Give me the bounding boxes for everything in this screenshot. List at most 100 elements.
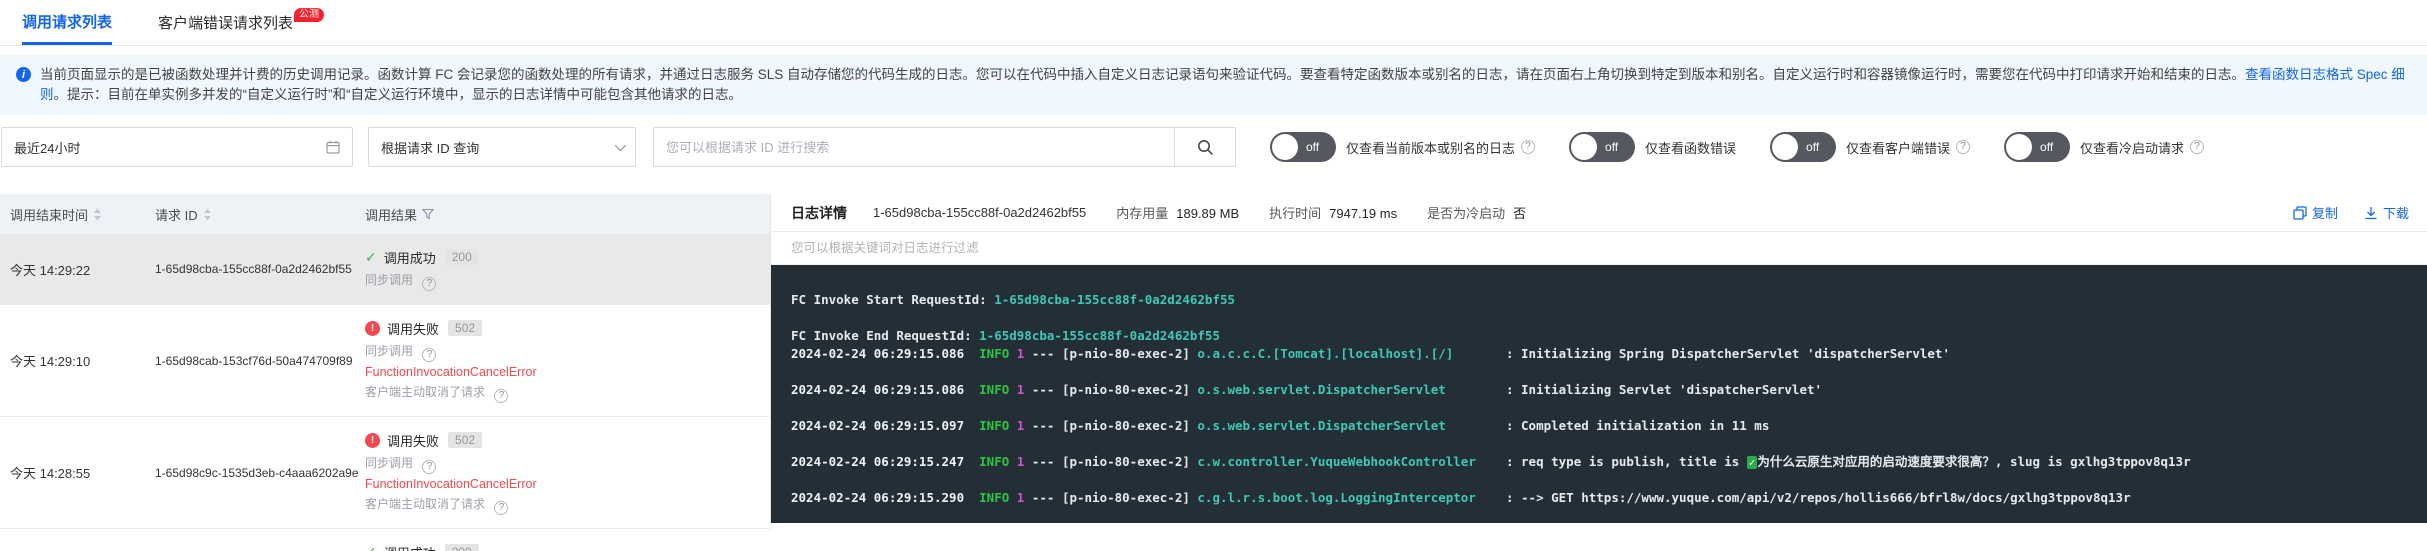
toggle-switch[interactable]: off — [2004, 132, 2070, 162]
chevron-down-icon — [615, 140, 626, 151]
search-button[interactable] — [1174, 127, 1236, 167]
sort-icon[interactable] — [203, 208, 212, 221]
tab-client-error-request-list[interactable]: 客户端错误请求列表 公测 — [158, 0, 324, 45]
error-name: FunctionInvocationCancelError — [365, 477, 770, 491]
toggle-group-0: off仅查看当前版本或别名的日志 — [1270, 132, 1535, 162]
toggle-group-2: off 仅查看客户端错误 — [1770, 132, 1970, 162]
log-line — [791, 471, 2407, 489]
toggle-group-3: off 仅查看冷启动请求 — [2004, 132, 2204, 162]
beta-badge: 公测 — [294, 8, 324, 22]
help-icon[interactable] — [1521, 140, 1535, 154]
banner-text: 当前页面显示的是已被函数处理并计费的历史调用记录。函数计算 FC 会记录您的函数… — [40, 65, 2411, 105]
help-icon[interactable] — [494, 389, 508, 403]
toggle-label: 仅查看函数错误 — [1645, 138, 1736, 157]
log-line — [791, 507, 2407, 523]
cell-end-time: 今天 14:29:22 — [10, 260, 155, 279]
error-desc: 客户端主动取消了请求 — [365, 383, 770, 403]
status-label: 调用成功 — [384, 248, 436, 267]
cell-request-id: 1-65d98cab-153cf76d-50a474709f89 — [155, 354, 365, 368]
copy-button[interactable]: 复制 — [2293, 203, 2338, 222]
column-request-id[interactable]: 请求 ID — [155, 205, 365, 224]
metric-label: 执行时间 — [1269, 206, 1321, 221]
table-header: 调用结束时间 请求 ID 调用结果 — [0, 194, 770, 234]
log-metric: 是否为冷启动否 — [1427, 206, 1526, 221]
column-result[interactable]: 调用结果 — [365, 205, 770, 224]
tab-invocation-request-list[interactable]: 调用请求列表 — [22, 0, 112, 45]
filter-row: 最近24小时 根据请求 ID 查询 off仅查看当前版本或别名的日志off仅查看… — [0, 126, 2427, 168]
log-metric: 内存用量 189.89 MB — [1116, 206, 1239, 221]
main-content: 调用结束时间 请求 ID 调用结果 — [0, 194, 2427, 523]
metric-value: 否 — [1513, 206, 1526, 221]
log-line — [791, 399, 2407, 417]
log-line: FC Invoke End RequestId: 1-65d98cba-155c… — [791, 327, 2407, 345]
status-line: !调用失败502 — [365, 318, 770, 338]
table-row[interactable]: 今天 14:22:271-65d98b1a-15cfb8c8-9dd96a220… — [0, 529, 770, 551]
help-icon[interactable] — [422, 348, 436, 362]
page: 调用请求列表 客户端错误请求列表 公测 i 当前页面显示的是已被函数处理并计费的… — [0, 0, 2427, 523]
status-label: 调用失败 — [387, 319, 439, 338]
status-line: ✓调用成功200 — [365, 247, 770, 267]
query-type-select[interactable]: 根据请求 ID 查询 — [368, 127, 636, 167]
help-icon[interactable] — [1956, 140, 1970, 154]
cell-result: ✓调用成功200同步调用 — [365, 247, 770, 291]
metric-value: 7947.19 ms — [1329, 206, 1397, 221]
cell-request-id: 1-65d98cba-155cc88f-0a2d2462bf55 — [155, 262, 365, 276]
log-panel: 日志详情 1-65d98cba-155cc88f-0a2d2462bf55 内存… — [770, 194, 2427, 523]
sort-icon[interactable] — [93, 208, 102, 221]
toggle-label: 仅查看冷启动请求 — [2080, 138, 2184, 157]
metric-label: 是否为冷启动 — [1427, 206, 1505, 221]
toggle-switch[interactable]: off — [1569, 132, 1635, 162]
help-icon[interactable] — [494, 501, 508, 515]
status-code-badge: 200 — [445, 249, 479, 265]
help-icon[interactable] — [422, 460, 436, 474]
cell-request-id: 1-65d98c9c-1535d3eb-c4aaa6202a9e — [155, 466, 365, 480]
status-code-badge: 502 — [448, 432, 482, 448]
log-console[interactable]: FC Invoke Start RequestId: 1-65d98cba-15… — [771, 265, 2427, 523]
error-desc: 客户端主动取消了请求 — [365, 495, 770, 515]
help-icon[interactable] — [2190, 140, 2204, 154]
search-group — [653, 127, 1236, 167]
download-button[interactable]: 下载 — [2364, 203, 2409, 222]
toggle-switch[interactable]: off — [1270, 132, 1336, 162]
search-input[interactable] — [653, 127, 1175, 167]
exclamation-circle-icon: ! — [365, 433, 380, 448]
log-filter-bar — [771, 232, 2427, 265]
funnel-icon[interactable] — [422, 208, 434, 220]
info-banner: i 当前页面显示的是已被函数处理并计费的历史调用记录。函数计算 FC 会记录您的… — [0, 55, 2427, 115]
log-line: 2024-02-24 06:29:15.097 INFO 1 --- [p-ni… — [791, 417, 2407, 435]
cell-result: !调用失败502 同步调用 FunctionInvocationCancelErr… — [365, 430, 770, 515]
table-row[interactable]: 今天 14:29:221-65d98cba-155cc88f-0a2d2462b… — [0, 234, 770, 305]
log-line: 2024-02-24 06:29:15.086 INFO 1 --- [p-ni… — [791, 345, 2407, 363]
table-row[interactable]: 今天 14:28:551-65d98c9c-1535d3eb-c4aaa6202… — [0, 417, 770, 529]
error-name: FunctionInvocationCancelError — [365, 365, 770, 379]
info-icon: i — [16, 67, 31, 82]
log-line — [791, 363, 2407, 381]
status-line: !调用失败502 — [365, 430, 770, 450]
toggle-label: 仅查看客户端错误 — [1846, 138, 1950, 157]
help-icon[interactable] — [422, 277, 436, 291]
table-row[interactable]: 今天 14:29:101-65d98cab-153cf76d-50a474709… — [0, 305, 770, 417]
cell-end-time: 今天 14:28:55 — [10, 463, 155, 482]
download-icon — [2364, 206, 2378, 220]
log-line: 2024-02-24 06:29:15.290 INFO 1 --- [p-ni… — [791, 489, 2407, 507]
time-range-value: 最近24小时 — [14, 138, 80, 157]
toggle-switch[interactable]: off — [1770, 132, 1836, 162]
status-line: ✓调用成功200 — [365, 542, 770, 551]
metric-value: 189.89 MB — [1176, 206, 1239, 221]
log-actions: 复制 下载 — [2293, 203, 2409, 222]
invocation-table: 调用结束时间 请求 ID 调用结果 — [0, 194, 770, 523]
search-icon — [1197, 139, 1214, 156]
column-end-time[interactable]: 调用结束时间 — [10, 205, 155, 224]
metric-label: 内存用量 — [1116, 206, 1168, 221]
log-metrics: 内存用量 189.89 MB 执行时间 7947.19 ms 是否为冷启动否 — [1086, 203, 1526, 222]
log-detail-title: 日志详情 — [791, 203, 847, 223]
invoke-type: 同步调用 — [365, 454, 770, 474]
time-range-picker[interactable]: 最近24小时 — [1, 127, 353, 167]
check-icon: ✓ — [365, 544, 377, 551]
log-request-id: 1-65d98cba-155cc88f-0a2d2462bf55 — [873, 205, 1086, 220]
log-line: FC Invoke Start RequestId: 1-65d98cba-15… — [791, 291, 2407, 309]
log-keyword-filter-input[interactable] — [791, 241, 2362, 255]
cell-result: !调用失败502同步调用 FunctionInvocationCancelErr… — [365, 318, 770, 403]
toggle-state-label: off — [1306, 140, 1319, 154]
exclamation-circle-icon: ! — [365, 321, 380, 336]
